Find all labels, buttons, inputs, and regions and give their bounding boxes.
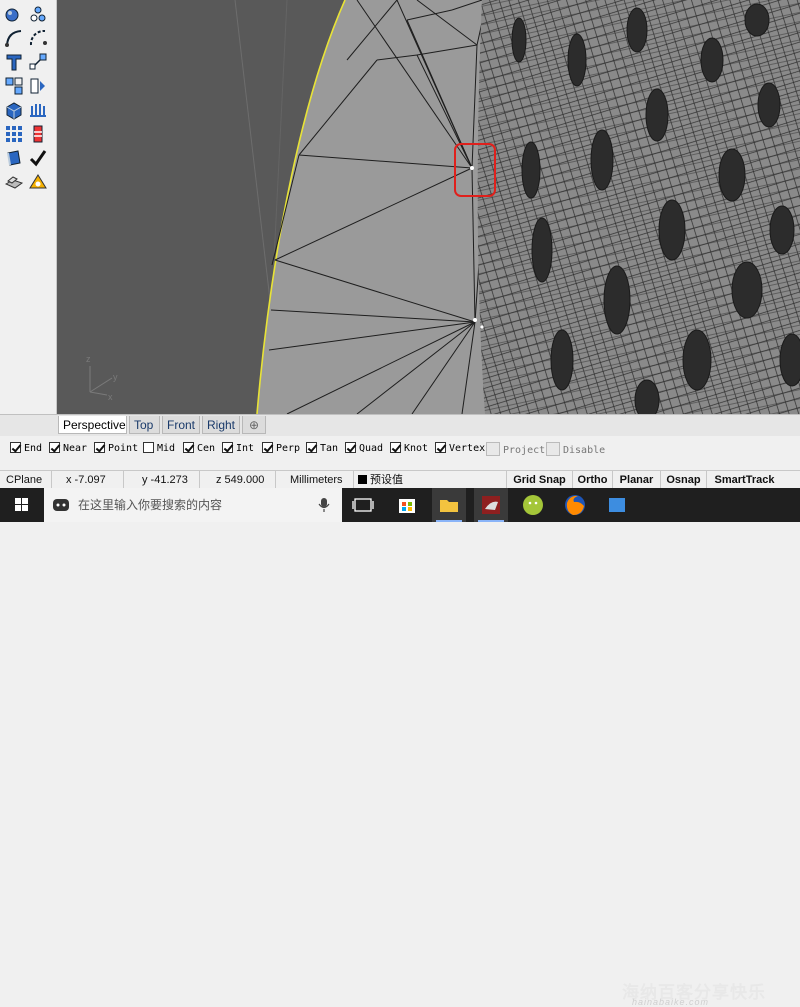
checkbox[interactable]	[345, 442, 356, 453]
task-view-icon	[352, 498, 374, 512]
checkbox[interactable]	[10, 442, 21, 453]
checkbox[interactable]	[262, 442, 273, 453]
checkbox[interactable]	[49, 442, 60, 453]
layer-color-swatch	[358, 475, 367, 484]
taskbar: 在这里输入你要搜索的内容 海纳百客分享快乐 hainabaike.com	[0, 488, 800, 1007]
check-icon[interactable]	[28, 148, 48, 168]
ortho-toggle[interactable]: Ortho	[572, 471, 612, 489]
planar-toggle[interactable]: Planar	[612, 471, 660, 489]
checkbox[interactable]	[546, 442, 560, 456]
plus-icon: ⊕	[248, 418, 260, 432]
folder-icon	[440, 500, 458, 512]
tab-perspective[interactable]: Perspective	[58, 416, 127, 434]
checkbox[interactable]	[306, 442, 317, 453]
viewport-tabs: Perspective Top Front Right ⊕	[0, 414, 800, 436]
osnap-end[interactable]: End	[10, 442, 42, 456]
box-icon[interactable]	[4, 100, 24, 120]
group-icon[interactable]	[4, 76, 24, 96]
transform-icon[interactable]	[28, 124, 48, 144]
split-icon[interactable]	[28, 76, 48, 96]
sphere-tools-icon[interactable]	[4, 4, 24, 24]
osnap-bar: End Near Point Mid Cen Int Perp Tan Quad…	[0, 436, 800, 470]
checkbox[interactable]	[222, 442, 233, 453]
material-icon[interactable]	[28, 172, 48, 192]
watermark-url: hainabaike.com	[632, 997, 710, 1007]
osnap-int[interactable]: Int	[222, 442, 254, 456]
layer-indicator[interactable]: 预设值	[354, 471, 506, 489]
arc-icon[interactable]	[28, 28, 48, 48]
firefox-icon	[565, 495, 585, 515]
osnap-perp[interactable]: Perp	[262, 442, 300, 456]
file-explorer-app[interactable]	[432, 488, 466, 522]
units-label[interactable]: Millimeters	[276, 471, 354, 489]
cplane-label[interactable]: CPlane	[0, 471, 52, 489]
perspective-viewport[interactable]: z y x	[57, 0, 800, 414]
osnap-disable[interactable]: Disable	[546, 442, 605, 456]
firefox-app[interactable]	[558, 488, 592, 522]
status-bar: CPlane x -7.097 y -41.273 z 549.000 Mill…	[0, 470, 800, 489]
array-icon[interactable]	[4, 124, 24, 144]
checkbox[interactable]	[390, 442, 401, 453]
microphone-icon[interactable]	[318, 497, 330, 513]
mesh-scene: z y x	[57, 0, 800, 414]
axis-y-label: y	[113, 372, 118, 382]
render-icon[interactable]	[4, 172, 24, 192]
osnap-cen[interactable]: Cen	[183, 442, 215, 456]
text-icon[interactable]	[4, 52, 24, 72]
store-icon	[399, 499, 415, 513]
start-button[interactable]	[0, 488, 44, 522]
osnap-near[interactable]: Near	[49, 442, 87, 456]
checkbox[interactable]	[94, 442, 105, 453]
command-toolbar	[0, 0, 57, 414]
tab-right[interactable]: Right	[202, 416, 240, 434]
points-icon[interactable]	[28, 4, 48, 24]
rebuild-curve-icon[interactable]	[28, 52, 48, 72]
task-view-button[interactable]	[346, 488, 380, 522]
tab-top[interactable]: Top	[129, 416, 160, 434]
x-coordinate: x -7.097	[52, 471, 124, 489]
checkbox[interactable]	[486, 442, 500, 456]
rhino-icon	[482, 496, 500, 514]
android-app[interactable]	[516, 488, 550, 522]
add-viewport-tab[interactable]: ⊕	[242, 416, 266, 434]
app-window-icon	[609, 498, 625, 512]
mesh-tools-icon[interactable]	[28, 100, 48, 120]
checkbox[interactable]	[143, 442, 154, 453]
osnap-quad[interactable]: Quad	[345, 442, 383, 456]
store-app[interactable]	[390, 488, 424, 522]
osnap-toggle[interactable]: Osnap	[660, 471, 706, 489]
dense-mesh-hatch-2	[477, 0, 800, 414]
osnap-tan[interactable]: Tan	[306, 442, 338, 456]
osnap-vertex[interactable]: Vertex	[435, 442, 485, 456]
osnap-knot[interactable]: Knot	[390, 442, 428, 456]
axis-z-label: z	[86, 354, 91, 364]
checkbox[interactable]	[435, 442, 446, 453]
rhino-app[interactable]	[474, 488, 508, 522]
checkbox[interactable]	[183, 442, 194, 453]
taskbar-search[interactable]: 在这里输入你要搜索的内容	[44, 488, 342, 522]
y-coordinate: y -41.273	[124, 471, 200, 489]
tab-front[interactable]: Front	[162, 416, 200, 434]
osnap-mid[interactable]: Mid	[143, 442, 175, 456]
grid-snap-toggle[interactable]: Grid Snap	[506, 471, 572, 489]
curve-icon[interactable]	[4, 28, 24, 48]
smarttrack-toggle[interactable]: SmartTrack	[706, 471, 782, 489]
app-icon[interactable]	[600, 488, 634, 522]
z-coordinate: z 549.000	[200, 471, 276, 489]
search-input[interactable]: 在这里输入你要搜索的内容	[78, 488, 222, 522]
axis-x-label: x	[108, 392, 113, 402]
analyze-icon[interactable]	[4, 148, 24, 168]
osnap-point[interactable]: Point	[94, 442, 138, 456]
osnap-project[interactable]: Project	[486, 442, 545, 456]
windows-logo-icon	[15, 498, 28, 511]
cortana-icon	[53, 499, 69, 511]
android-icon	[523, 495, 543, 515]
